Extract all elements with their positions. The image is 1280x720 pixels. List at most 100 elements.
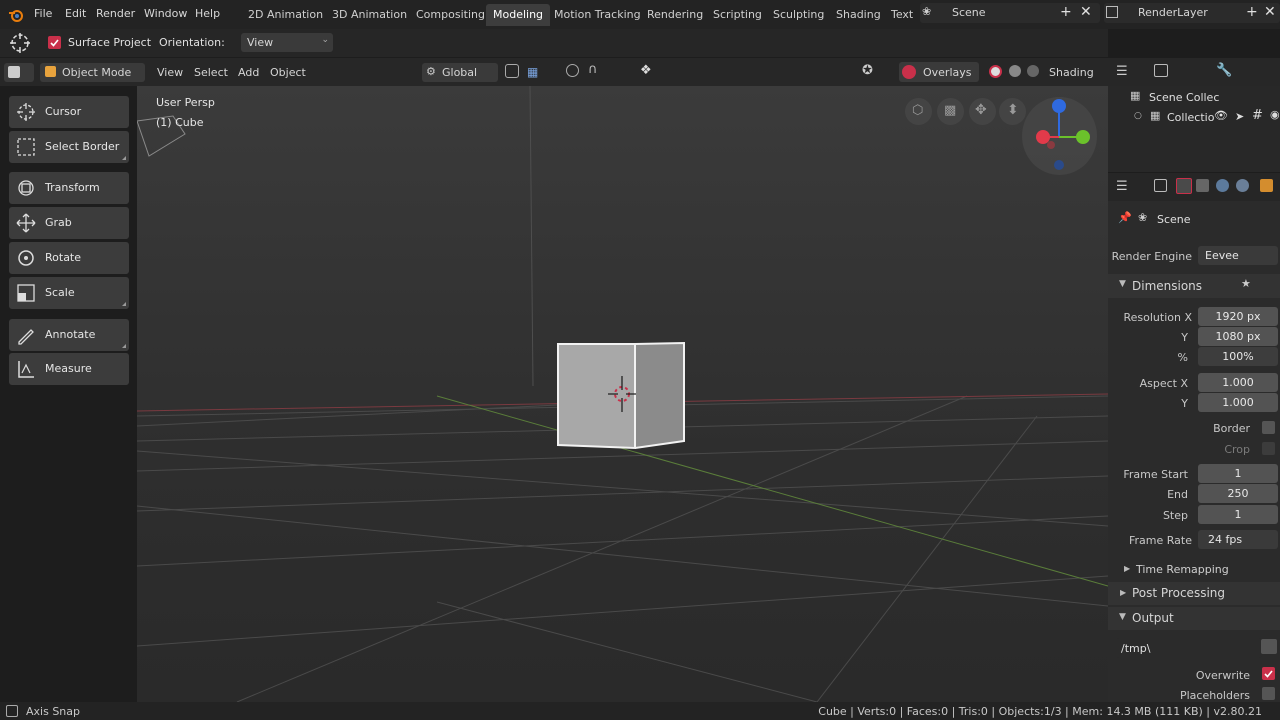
outliner-editor-icon[interactable]: ☰	[1116, 64, 1128, 79]
menu-add[interactable]: Add	[238, 66, 259, 79]
world-tab-icon[interactable]	[1236, 179, 1249, 192]
menu-edit[interactable]: Edit	[65, 7, 86, 20]
gizmo-icon[interactable]: ❖	[640, 63, 652, 78]
dimensions-panel-header[interactable]: ▼ Dimensions ★	[1108, 274, 1280, 298]
resolution-x-field[interactable]: 1920 px	[1198, 307, 1278, 326]
blender-logo-icon[interactable]	[8, 7, 24, 23]
aspect-x-field[interactable]: 1.000	[1198, 373, 1278, 392]
tool-measure[interactable]: Measure	[9, 353, 129, 385]
folder-browse-icon[interactable]	[1261, 639, 1277, 654]
camera-render-icon[interactable]: ◉	[1270, 108, 1280, 121]
tool-transform[interactable]: Transform	[9, 172, 129, 204]
falloff-icon[interactable]: ∩	[588, 62, 598, 77]
proportional-edit-icon[interactable]	[566, 64, 579, 77]
select-arrow-icon[interactable]: ➤	[1235, 110, 1244, 123]
move-icon	[16, 213, 36, 233]
view-perspective-icon[interactable]: ⬡	[905, 98, 932, 125]
transform-orientation-dropdown[interactable]: ⚙ Global	[422, 63, 498, 82]
tool-rotate[interactable]: Rotate	[9, 242, 129, 274]
camera-view-icon[interactable]: ▩	[937, 98, 964, 125]
menu-select[interactable]: Select	[194, 66, 228, 79]
tab-compositing[interactable]: Compositing	[409, 4, 492, 26]
aspect-y-field[interactable]: 1.000	[1198, 393, 1278, 412]
tab-shading[interactable]: Shading	[829, 4, 888, 26]
presets-star-icon[interactable]: ★	[1241, 277, 1251, 290]
tab-scripting[interactable]: Scripting	[706, 4, 769, 26]
tool-annotate[interactable]: Annotate	[9, 319, 129, 351]
add-view-layer-icon[interactable]: +	[1246, 4, 1258, 20]
frame-rate-dropdown[interactable]: 24 fps	[1198, 530, 1278, 549]
rendered-shading-icon[interactable]	[1027, 65, 1039, 77]
tool-grab[interactable]: Grab	[9, 207, 129, 239]
output-path-field[interactable]: /tmp\	[1116, 638, 1262, 658]
crop-checkbox[interactable]	[1262, 442, 1275, 455]
menu-window[interactable]: Window	[144, 7, 187, 20]
menu-view[interactable]: View	[157, 66, 183, 79]
menu-object[interactable]: Object	[270, 66, 306, 79]
solid-shading-icon[interactable]	[989, 65, 1002, 78]
tab-3d-animation[interactable]: 3D Animation	[325, 4, 414, 26]
surface-project-checkbox[interactable]	[48, 36, 61, 49]
menu-render[interactable]: Render	[96, 7, 135, 20]
properties-editor-icon[interactable]: ☰	[1116, 179, 1128, 194]
time-remapping-subpanel[interactable]: Time Remapping	[1136, 563, 1229, 576]
pivot-icon[interactable]	[505, 64, 519, 78]
tab-2d-animation[interactable]: 2D Animation	[241, 4, 330, 26]
mouse-icon	[6, 705, 18, 717]
frame-start-field[interactable]: 1	[1198, 464, 1278, 483]
output-panel-header[interactable]: ▼ Output	[1108, 607, 1280, 630]
tool-cursor[interactable]: Cursor	[9, 96, 129, 128]
3d-viewport[interactable]: User Persp (1) Cube ⬡ ▩ ✥ ⬍	[137, 86, 1108, 702]
3d-cursor-icon[interactable]	[605, 374, 639, 414]
tab-motion-tracking[interactable]: Motion Tracking	[547, 4, 648, 26]
pin-icon[interactable]: 📌	[1118, 211, 1132, 224]
tab-sculpting[interactable]: Sculpting	[766, 4, 831, 26]
tool-settings-tab-icon[interactable]	[1154, 179, 1167, 192]
tool-select-border[interactable]: Select Border	[9, 131, 129, 163]
tab-rendering[interactable]: Rendering	[640, 4, 710, 26]
visibility-icon[interactable]: ✪	[862, 63, 873, 78]
snap-icon[interactable]: ▦	[527, 65, 538, 79]
mode-dropdown[interactable]: Object Mode	[40, 63, 145, 82]
percent-label: %	[1177, 351, 1188, 364]
outliner-collection[interactable]: Collectio	[1167, 111, 1214, 124]
output-title: Output	[1132, 611, 1174, 625]
tab-modeling[interactable]: Modeling	[486, 4, 551, 26]
tab-text[interactable]: Text	[884, 4, 920, 26]
tool-scale[interactable]: Scale	[9, 277, 129, 309]
output-tab-icon[interactable]	[1196, 179, 1209, 192]
overwrite-checkbox[interactable]	[1262, 667, 1275, 680]
view-layer-tab-icon[interactable]	[1216, 179, 1229, 192]
eye-icon[interactable]: 👁	[1214, 109, 1228, 122]
placeholders-checkbox[interactable]	[1262, 687, 1275, 700]
render-grid-icon[interactable]: #	[1252, 108, 1263, 123]
render-tab-icon[interactable]	[1176, 178, 1192, 194]
resolution-percent-field[interactable]: 100%	[1198, 347, 1278, 366]
scene-selector[interactable]: ❀ Scene + ✕	[920, 3, 1100, 23]
pan-view-icon[interactable]: ✥	[969, 98, 996, 125]
frame-end-field[interactable]: 250	[1198, 484, 1278, 503]
post-processing-panel-header[interactable]: ▶ Post Processing	[1108, 582, 1280, 605]
object-tab-icon[interactable]	[1260, 179, 1273, 192]
aspect-x-label: Aspect X	[1139, 377, 1188, 390]
collapse-dot-icon[interactable]: ○	[1134, 111, 1142, 121]
remove-scene-icon[interactable]: ✕	[1080, 4, 1092, 20]
filter-wrench-icon[interactable]: 🔧	[1216, 63, 1232, 78]
add-scene-icon[interactable]: +	[1060, 4, 1072, 20]
menu-help[interactable]: Help	[195, 7, 220, 20]
resolution-y-field[interactable]: 1080 px	[1198, 327, 1278, 346]
overlays-dropdown[interactable]: Overlays	[899, 62, 979, 82]
frame-step-field[interactable]: 1	[1198, 505, 1278, 524]
view-layer-selector[interactable]: RenderLayer + ✕	[1104, 3, 1280, 23]
shading-label[interactable]: Shading	[1049, 66, 1094, 79]
remove-view-layer-icon[interactable]: ✕	[1264, 4, 1276, 20]
render-engine-dropdown[interactable]: Eevee	[1198, 246, 1278, 265]
outliner-scene-collection[interactable]: Scene Collec	[1149, 91, 1219, 104]
border-checkbox[interactable]	[1262, 421, 1275, 434]
navigation-gizmo[interactable]	[1022, 97, 1097, 175]
orientation-dropdown[interactable]: View ⌄	[241, 33, 333, 52]
menu-file[interactable]: File	[34, 7, 52, 20]
display-mode-icon[interactable]	[1154, 64, 1168, 77]
editor-type-selector[interactable]	[4, 63, 34, 82]
material-shading-icon[interactable]	[1009, 65, 1021, 77]
